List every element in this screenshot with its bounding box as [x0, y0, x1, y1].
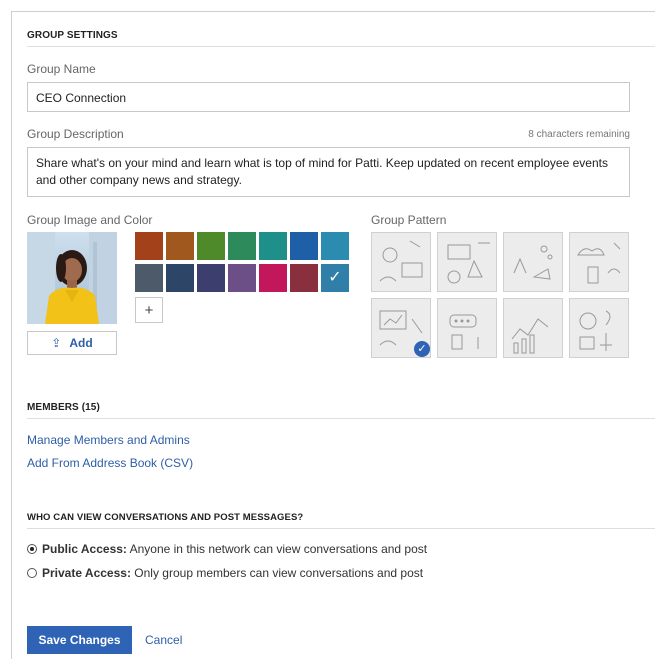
color-swatch[interactable]: [259, 264, 287, 292]
pattern-thumbnail[interactable]: [503, 298, 563, 358]
color-swatch[interactable]: [197, 232, 225, 260]
save-changes-button[interactable]: Save Changes: [27, 626, 132, 654]
pattern-thumbnail[interactable]: [437, 232, 497, 292]
doodle-pattern: [449, 314, 479, 350]
divider: [27, 46, 655, 47]
group-description-input[interactable]: Share what's on your mind and learn what…: [27, 147, 630, 197]
add-image-label: Add: [69, 336, 93, 350]
group-pattern-label: Group Pattern: [371, 213, 447, 227]
doodle-pattern: [577, 242, 621, 284]
private-access-radio[interactable]: [27, 568, 37, 578]
doodle-pattern: [511, 318, 549, 354]
color-swatch[interactable]: [197, 264, 225, 292]
pattern-thumbnail[interactable]: [437, 298, 497, 358]
pattern-thumbnail[interactable]: [569, 232, 629, 292]
public-access-title: Public Access:: [42, 542, 127, 556]
doodle-pattern: [447, 242, 490, 284]
group-description-value: Share what's on your mind and learn what…: [36, 156, 608, 187]
public-access-description: Anyone in this network can view conversa…: [126, 542, 428, 556]
group-name-input[interactable]: CEO Connection: [27, 82, 630, 112]
cancel-link[interactable]: Cancel: [145, 633, 182, 647]
plus-icon: +: [144, 301, 154, 319]
add-color-button[interactable]: +: [135, 297, 163, 323]
color-swatch[interactable]: [135, 264, 163, 292]
pattern-thumbnail[interactable]: [503, 232, 563, 292]
add-image-button[interactable]: ⇪ Add: [27, 331, 117, 355]
pattern-thumbnail[interactable]: [569, 298, 629, 358]
chars-remaining: 8 characters remaining: [528, 129, 630, 140]
upload-icon: ⇪: [51, 336, 62, 350]
section-title-group-settings: GROUP SETTINGS: [27, 30, 118, 41]
add-from-address-book-link[interactable]: Add From Address Book (CSV): [27, 456, 193, 470]
divider: [27, 528, 655, 529]
color-swatch[interactable]: [290, 264, 318, 292]
selected-check-icon: ✓: [414, 341, 430, 357]
image-color-label: Group Image and Color: [27, 213, 153, 227]
color-swatch[interactable]: [228, 264, 256, 292]
doodle-pattern: [579, 310, 612, 351]
private-access-description: Only group members can view conversation…: [130, 566, 424, 580]
private-access-title: Private Access:: [42, 566, 131, 580]
group-image: [27, 232, 117, 324]
public-access-option[interactable]: Public Access: Anyone in this network ca…: [27, 542, 427, 556]
group-name-value: CEO Connection: [36, 91, 127, 105]
color-swatch[interactable]: [135, 232, 163, 260]
color-swatch[interactable]: [259, 232, 287, 260]
divider: [27, 418, 655, 419]
doodle-pattern: [513, 245, 553, 280]
group-description-label: Group Description: [27, 127, 124, 141]
portrait-photo: [27, 232, 117, 324]
checkmark-icon: ✓: [328, 269, 342, 286]
pattern-thumbnail[interactable]: ✓: [371, 298, 431, 358]
color-swatch[interactable]: [321, 232, 349, 260]
color-swatch[interactable]: [228, 232, 256, 260]
group-name-label: Group Name: [27, 62, 96, 76]
color-swatch[interactable]: ✓: [321, 264, 349, 292]
public-access-radio[interactable]: [27, 544, 37, 554]
section-title-access: WHO CAN VIEW CONVERSATIONS AND POST MESS…: [27, 512, 304, 523]
doodle-pattern: [379, 240, 423, 282]
color-swatch[interactable]: [166, 264, 194, 292]
pattern-thumbnail[interactable]: [371, 232, 431, 292]
color-swatch[interactable]: [290, 232, 318, 260]
color-swatch[interactable]: [166, 232, 194, 260]
private-access-option[interactable]: Private Access: Only group members can v…: [27, 566, 423, 580]
manage-members-link[interactable]: Manage Members and Admins: [27, 433, 190, 447]
section-title-members: MEMBERS (15): [27, 402, 100, 413]
save-changes-label: Save Changes: [38, 633, 121, 647]
